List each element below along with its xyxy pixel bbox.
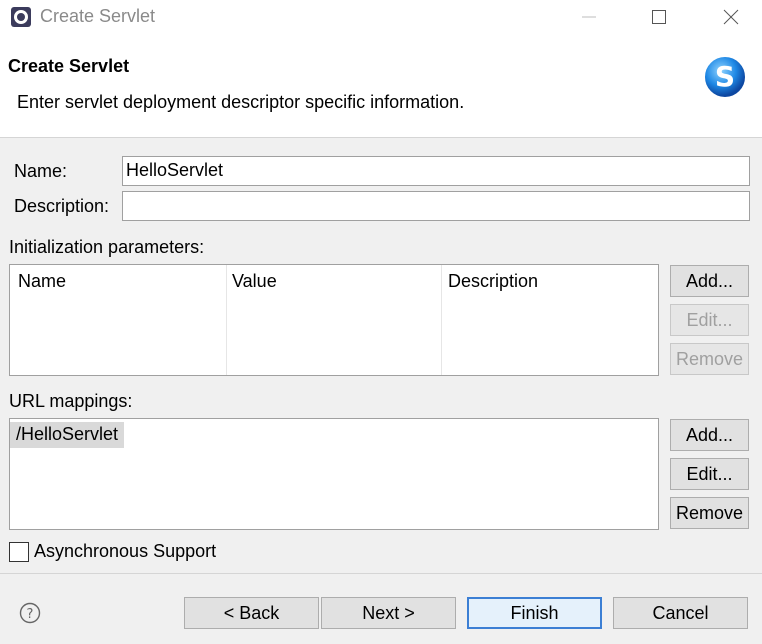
wizard-header: Create Servlet Enter servlet deployment … <box>0 34 762 138</box>
page-title: Create Servlet <box>8 56 130 76</box>
name-label: Name: <box>14 161 68 181</box>
svg-text:S: S <box>715 60 735 93</box>
next-button[interactable]: Next > <box>321 597 456 629</box>
column-divider <box>441 265 442 375</box>
url-mappings-remove-button[interactable]: Remove <box>670 497 749 529</box>
servlet-logo-icon: S <box>703 55 747 99</box>
url-mapping-item[interactable]: /HelloServlet <box>10 422 125 448</box>
window-title: Create Servlet <box>40 6 156 26</box>
async-support-label[interactable]: Asynchronous Support <box>34 541 216 562</box>
minimize-button[interactable] <box>566 0 612 34</box>
async-support-checkbox[interactable] <box>9 542 29 562</box>
close-button[interactable] <box>708 0 754 34</box>
init-params-add-button[interactable]: Add... <box>670 265 749 297</box>
title-bar: Create Servlet <box>0 0 762 34</box>
page-description: Enter servlet deployment descriptor spec… <box>17 92 465 112</box>
eclipse-app-icon <box>11 7 31 27</box>
init-params-edit-button[interactable]: Edit... <box>670 304 749 336</box>
description-label: Description: <box>14 196 110 216</box>
svg-text:?: ? <box>27 607 34 622</box>
close-icon <box>723 9 739 25</box>
minimize-icon <box>582 16 596 18</box>
column-header-name[interactable]: Name <box>18 271 66 292</box>
cancel-button[interactable]: Cancel <box>613 597 748 629</box>
maximize-button[interactable] <box>636 0 682 34</box>
init-params-remove-button[interactable]: Remove <box>670 343 749 375</box>
back-button[interactable]: < Back <box>184 597 319 629</box>
column-divider <box>226 265 227 375</box>
maximize-icon <box>652 10 666 24</box>
help-icon[interactable]: ? <box>19 602 41 624</box>
description-input[interactable] <box>122 191 750 221</box>
finish-button[interactable]: Finish <box>467 597 602 629</box>
init-params-table[interactable]: Name Value Description <box>9 264 659 376</box>
name-input[interactable]: HelloServlet <box>122 156 750 186</box>
url-mappings-label: URL mappings: <box>9 391 133 411</box>
url-mappings-edit-button[interactable]: Edit... <box>670 458 749 490</box>
column-header-description[interactable]: Description <box>448 271 538 292</box>
footer-divider <box>0 573 762 574</box>
url-mappings-add-button[interactable]: Add... <box>670 419 749 451</box>
column-header-value[interactable]: Value <box>232 271 277 292</box>
init-params-label: Initialization parameters: <box>9 237 205 257</box>
